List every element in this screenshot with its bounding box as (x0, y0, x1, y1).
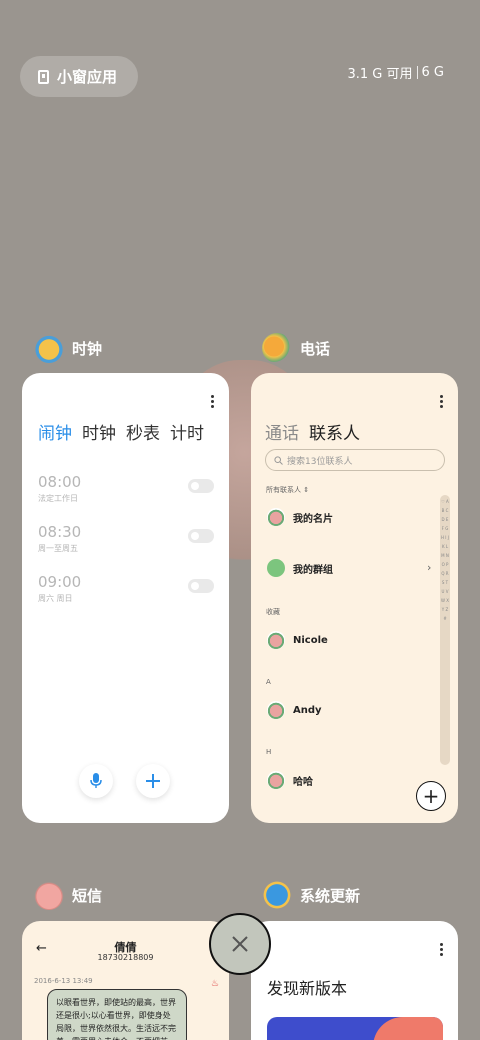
contact-row[interactable]: Nicole (267, 631, 328, 649)
my-card-label: 我的名片 (293, 513, 333, 525)
add-alarm-button[interactable] (136, 764, 170, 798)
phone-tabs: 通话 联系人 (265, 419, 360, 444)
search-placeholder: 搜索13位联系人 (287, 456, 353, 467)
search-icon (274, 455, 283, 465)
contact-name: 哈哈 (293, 776, 313, 788)
phone-app-label: 电话 (262, 333, 330, 363)
alarm-repeat: 周六 周日 (38, 594, 73, 603)
add-contact-button[interactable]: + (416, 781, 446, 811)
sms-app-card[interactable]: ← 倩倩 18730218809 2016-6-13 13:49 ♨ 以眼看世界… (22, 921, 229, 1040)
avatar (267, 508, 285, 526)
memory-total: 6 G (421, 65, 444, 80)
plus-icon (146, 774, 160, 788)
alarm-toggle[interactable] (188, 479, 214, 493)
microphone-icon (90, 773, 102, 788)
contact-name: Nicole (293, 634, 328, 646)
alarm-toggle[interactable] (188, 579, 214, 593)
memory-divider (416, 66, 418, 79)
sms-app-label: 短信 (34, 880, 102, 910)
memory-indicator: 3.1 G 可用 6 G (348, 63, 445, 82)
sms-app-icon (34, 880, 64, 910)
contact-name: Andy (293, 704, 322, 716)
avatar (267, 771, 285, 789)
all-contacts-filter[interactable]: 所有联系人 ⇕ (266, 485, 309, 495)
sms-date: 2016-6-13 13:49 (34, 977, 93, 985)
more-options-icon[interactable] (211, 395, 215, 409)
phone-app-name: 电话 (300, 339, 331, 358)
sim-icon: ♨ (210, 979, 219, 989)
update-app-name: 系统更新 (300, 886, 361, 905)
update-title: 发现新版本 (267, 979, 348, 998)
all-contacts-label: 所有联系人 (266, 486, 301, 494)
more-options-icon[interactable] (440, 395, 444, 409)
alarm-repeat: 周一至周五 (38, 544, 78, 553)
floating-window-icon (38, 69, 49, 84)
alarm-toggle[interactable] (188, 529, 214, 543)
phone-app-icon (262, 333, 292, 363)
alarm-item[interactable]: 08:00 法定工作日 (38, 473, 214, 504)
floating-window-label: 小窗应用 (57, 68, 118, 86)
clock-app-name: 时钟 (72, 339, 103, 358)
sort-icon: ⇕ (303, 486, 310, 494)
my-groups-row[interactable]: 我的群组 (267, 559, 333, 577)
memory-available: 3.1 G 可用 (347, 67, 413, 82)
section-header: 收藏 (266, 608, 280, 616)
update-app-card[interactable]: 发现新版本 (251, 921, 458, 1040)
section-header: A (266, 678, 271, 686)
alarm-repeat: 法定工作日 (38, 494, 78, 503)
tab-calls[interactable]: 通话 (265, 419, 299, 444)
tab-stopwatch[interactable]: 秒表 (126, 419, 160, 444)
sms-phone-number: 18730218809 (97, 953, 154, 962)
update-app-icon (262, 880, 292, 910)
clock-app-card[interactable]: 闹钟 时钟 秒表 计时 08:00 法定工作日 08:30 周一至周五 09:0… (22, 373, 229, 823)
clock-tabs: 闹钟 时钟 秒表 计时 (38, 419, 204, 444)
tab-timer[interactable]: 计时 (170, 419, 204, 444)
update-banner-image (267, 1017, 443, 1040)
avatar (267, 631, 285, 649)
close-icon (232, 936, 248, 952)
plus-icon: + (422, 784, 440, 808)
voice-button[interactable] (79, 764, 113, 798)
clock-app-icon (34, 333, 64, 363)
contact-row[interactable]: 哈哈 (267, 771, 313, 789)
tab-alarm[interactable]: 闹钟 (38, 419, 72, 444)
alphabet-index[interactable]: ♡ A B C D E F G H I J K L M N O P Q R S … (440, 495, 450, 765)
contact-row[interactable]: Andy (267, 701, 322, 719)
clear-all-button[interactable] (209, 913, 271, 975)
avatar (267, 701, 285, 719)
tab-contacts[interactable]: 联系人 (309, 419, 360, 444)
my-card-row[interactable]: 我的名片 (267, 508, 333, 526)
more-options-icon[interactable] (440, 943, 444, 957)
my-groups-label: 我的群组 (293, 564, 333, 576)
floating-window-button[interactable]: 小窗应用 (20, 56, 138, 97)
group-icon (267, 559, 285, 577)
alarm-item[interactable]: 09:00 周六 周日 (38, 573, 214, 604)
tab-clock[interactable]: 时钟 (82, 419, 116, 444)
section-header: H (266, 748, 272, 756)
update-app-label: 系统更新 (262, 880, 360, 910)
sms-app-name: 短信 (72, 886, 103, 905)
alarm-item[interactable]: 08:30 周一至周五 (38, 523, 214, 554)
contact-search-input[interactable]: 搜索13位联系人 (265, 449, 445, 471)
phone-app-card[interactable]: 通话 联系人 搜索13位联系人 所有联系人 ⇕ 我的名片 我的群组 › 收藏 N… (251, 373, 458, 823)
message-bubble[interactable]: 以眼看世界，即使站的最高，世界还是很小;以心看世界，即使身处局限，世界依然很大。… (47, 989, 187, 1040)
clock-app-label: 时钟 (34, 333, 102, 363)
chevron-right-icon: › (427, 561, 432, 574)
